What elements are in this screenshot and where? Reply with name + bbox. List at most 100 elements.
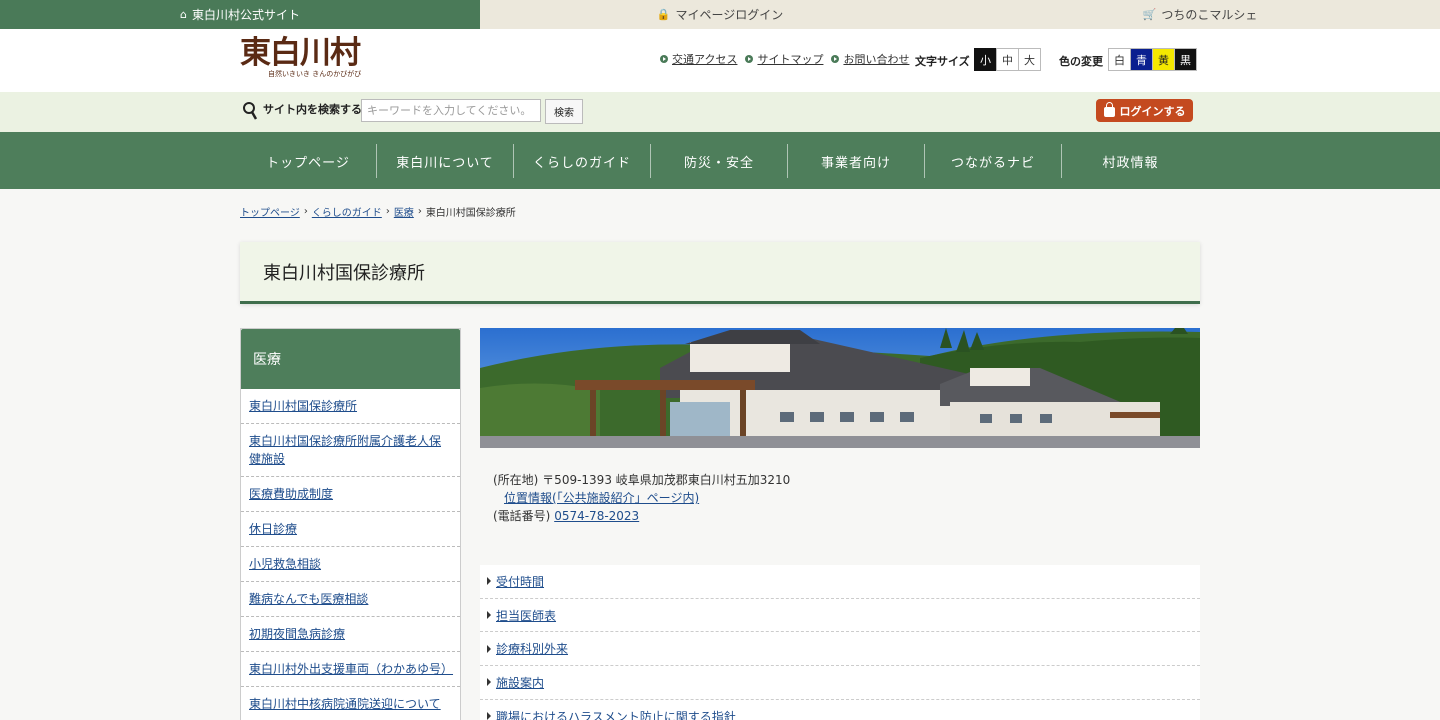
sitemap-link[interactable]: サイトマップ bbox=[745, 51, 823, 67]
triangle-right-icon bbox=[487, 644, 491, 653]
color-white-button[interactable]: 白 bbox=[1108, 48, 1131, 71]
arrow-circle-icon bbox=[831, 55, 840, 63]
side-item: 東白川村中核病院通院送迎について bbox=[241, 687, 460, 720]
top-bar: ⌂ 東白川村公式サイト 🔒 マイページログイン 🛒 つちのこマルシェ bbox=[0, 0, 1440, 29]
breadcrumb-top[interactable]: トップページ bbox=[240, 204, 300, 219]
color-blue-button[interactable]: 青 bbox=[1130, 48, 1153, 71]
logo-main-text: 東白川村 bbox=[240, 35, 361, 71]
official-site-label: 東白川村公式サイト bbox=[191, 8, 300, 22]
side-link-holiday-care[interactable]: 休日診療 bbox=[249, 522, 297, 536]
page-title: 東白川村国保診療所 bbox=[240, 242, 1200, 304]
marche-label: つちのこマルシェ bbox=[1161, 8, 1258, 22]
search-strip bbox=[0, 92, 1440, 132]
access-label: 交通アクセス bbox=[672, 53, 738, 66]
breadcrumb-separator: › bbox=[303, 206, 308, 217]
logo-sub-text: 自然いきいき きんのかびがび bbox=[268, 70, 362, 78]
side-item: 難病なんでも医療相談 bbox=[241, 582, 460, 617]
color-switcher: 白 青 黄 黒 bbox=[1108, 48, 1197, 71]
nav-business[interactable]: 事業者向け bbox=[788, 144, 925, 178]
triangle-right-icon bbox=[487, 678, 491, 687]
breadcrumb: トップページ › くらしのガイド › 医療 › 東白川村国保診療所 bbox=[240, 204, 516, 219]
link-outpatient-by-dept[interactable]: 診療科別外来 bbox=[496, 640, 568, 657]
side-item: 休日診療 bbox=[241, 512, 460, 547]
search-label: サイト内を検索する bbox=[263, 103, 362, 116]
contact-label: お問い合わせ bbox=[843, 53, 910, 66]
font-size-small-button[interactable]: 小 bbox=[974, 48, 997, 71]
marche-link[interactable]: 🛒 つちのこマルシェ bbox=[960, 0, 1440, 29]
breadcrumb-living-guide[interactable]: くらしのガイド bbox=[312, 204, 382, 219]
color-black-button[interactable]: 黒 bbox=[1174, 48, 1197, 71]
home-icon: ⌂ bbox=[180, 8, 187, 21]
nav-village-admin[interactable]: 村政情報 bbox=[1062, 144, 1199, 178]
font-size-large-button[interactable]: 大 bbox=[1018, 48, 1041, 71]
breadcrumb-medical[interactable]: 医療 bbox=[394, 204, 414, 219]
nav-living-guide[interactable]: くらしのガイド bbox=[514, 144, 651, 178]
side-item: 医療費助成制度 bbox=[241, 477, 460, 512]
clinic-building-photo bbox=[480, 328, 1200, 448]
side-item: 小児救急相談 bbox=[241, 547, 460, 582]
cart-icon: 🛒 bbox=[1142, 8, 1157, 21]
sitemap-label: サイトマップ bbox=[757, 53, 824, 66]
nav-about[interactable]: 東白川について bbox=[377, 144, 514, 178]
contact-link[interactable]: お問い合わせ bbox=[831, 51, 909, 67]
font-size-medium-button[interactable]: 中 bbox=[996, 48, 1019, 71]
nav-top[interactable]: トップページ bbox=[240, 144, 377, 178]
side-link-outing-vehicle[interactable]: 東白川村外出支援車両（わかあゆ号） bbox=[249, 662, 453, 676]
side-item: 初期夜間急病診療 bbox=[241, 617, 460, 652]
side-menu: 医療 東白川村国保診療所 東白川村国保診療所附属介護老人保健施設 医療費助成制度… bbox=[240, 328, 461, 720]
side-item: 東白川村外出支援車両（わかあゆ号） bbox=[241, 652, 460, 687]
clinic-phone-row: (電話番号) 0574-78-2023 bbox=[493, 507, 790, 525]
side-link-night-emergency[interactable]: 初期夜間急病診療 bbox=[249, 627, 345, 641]
triangle-right-icon bbox=[487, 712, 491, 720]
link-reception-hours[interactable]: 受付時間 bbox=[496, 573, 544, 590]
list-item: 担当医師表 bbox=[480, 598, 1200, 633]
location-link[interactable]: 位置情報(「公共施設紹介」ページ内) bbox=[504, 491, 699, 505]
site-header: 東白川村 自然いきいき きんのかびがび 交通アクセス サイトマップ お問い合わせ… bbox=[0, 29, 1440, 92]
mypage-login-label: マイページログイン bbox=[675, 8, 784, 22]
list-item: 受付時間 bbox=[480, 565, 1200, 599]
side-link-hospital-shuttle[interactable]: 東白川村中核病院通院送迎について bbox=[249, 697, 441, 711]
site-logo[interactable]: 東白川村 自然いきいき きんのかびがび bbox=[240, 35, 362, 85]
nav-disaster-safety[interactable]: 防災・安全 bbox=[651, 144, 788, 178]
side-link-care-facility[interactable]: 東白川村国保診療所附属介護老人保健施設 bbox=[249, 434, 441, 466]
side-link-medical-subsidy[interactable]: 医療費助成制度 bbox=[249, 487, 333, 501]
search-icon bbox=[243, 102, 258, 120]
nav-tsunagaru[interactable]: つながるナビ bbox=[925, 144, 1062, 178]
side-item: 東白川村国保診療所 bbox=[241, 389, 460, 424]
color-yellow-button[interactable]: 黄 bbox=[1152, 48, 1175, 71]
link-facility-guide[interactable]: 施設案内 bbox=[496, 674, 544, 691]
lock-icon: 🔒 bbox=[656, 8, 671, 21]
side-menu-heading: 医療 bbox=[241, 329, 460, 389]
breadcrumb-current: 東白川村国保診療所 bbox=[425, 208, 516, 219]
phone-link[interactable]: 0574-78-2023 bbox=[554, 509, 639, 523]
list-item: 職場におけるハラスメント防止に関する指針 bbox=[480, 699, 1200, 720]
side-item: 東白川村国保診療所附属介護老人保健施設 bbox=[241, 424, 460, 477]
side-link-clinic[interactable]: 東白川村国保診療所 bbox=[249, 399, 357, 413]
mypage-login-link[interactable]: 🔒 マイページログイン bbox=[480, 0, 960, 29]
color-change-label: 色の変更 bbox=[1059, 55, 1103, 68]
font-size-switcher: 小 中 大 bbox=[974, 48, 1041, 71]
official-site-link[interactable]: ⌂ 東白川村公式サイト bbox=[0, 0, 480, 29]
list-item: 診療科別外来 bbox=[480, 632, 1200, 667]
link-harassment-policy[interactable]: 職場におけるハラスメント防止に関する指針 bbox=[496, 708, 736, 720]
link-doctor-schedule[interactable]: 担当医師表 bbox=[496, 607, 556, 624]
login-label: ログインする bbox=[1119, 104, 1186, 118]
section-links: 受付時間 担当医師表 診療科別外来 施設案内 職場におけるハラスメント防止に関す… bbox=[480, 565, 1200, 720]
header-links: 交通アクセス サイトマップ お問い合わせ bbox=[660, 51, 909, 67]
search-input[interactable] bbox=[361, 99, 541, 122]
lock-icon bbox=[1103, 102, 1115, 117]
clinic-info: (所在地) 〒509-1393 岐阜県加茂郡東白川村五加3210 位置情報(「公… bbox=[493, 471, 790, 525]
font-size-label: 文字サイズ bbox=[915, 55, 970, 68]
triangle-right-icon bbox=[487, 611, 491, 620]
login-button[interactable]: ログインする bbox=[1096, 99, 1193, 122]
global-nav: トップページ 東白川について くらしのガイド 防災・安全 事業者向け つながるナ… bbox=[0, 132, 1440, 189]
arrow-circle-icon bbox=[660, 55, 668, 63]
phone-label: (電話番号) bbox=[493, 509, 555, 523]
access-link[interactable]: 交通アクセス bbox=[660, 51, 737, 67]
side-link-intractable-disease[interactable]: 難病なんでも医療相談 bbox=[249, 592, 368, 606]
list-item: 施設案内 bbox=[480, 666, 1200, 700]
side-link-pediatric-emergency[interactable]: 小児救急相談 bbox=[249, 557, 321, 571]
arrow-circle-icon bbox=[745, 55, 754, 63]
search-button[interactable]: 検索 bbox=[545, 99, 583, 124]
clinic-address: (所在地) 〒509-1393 岐阜県加茂郡東白川村五加3210 bbox=[493, 473, 791, 487]
